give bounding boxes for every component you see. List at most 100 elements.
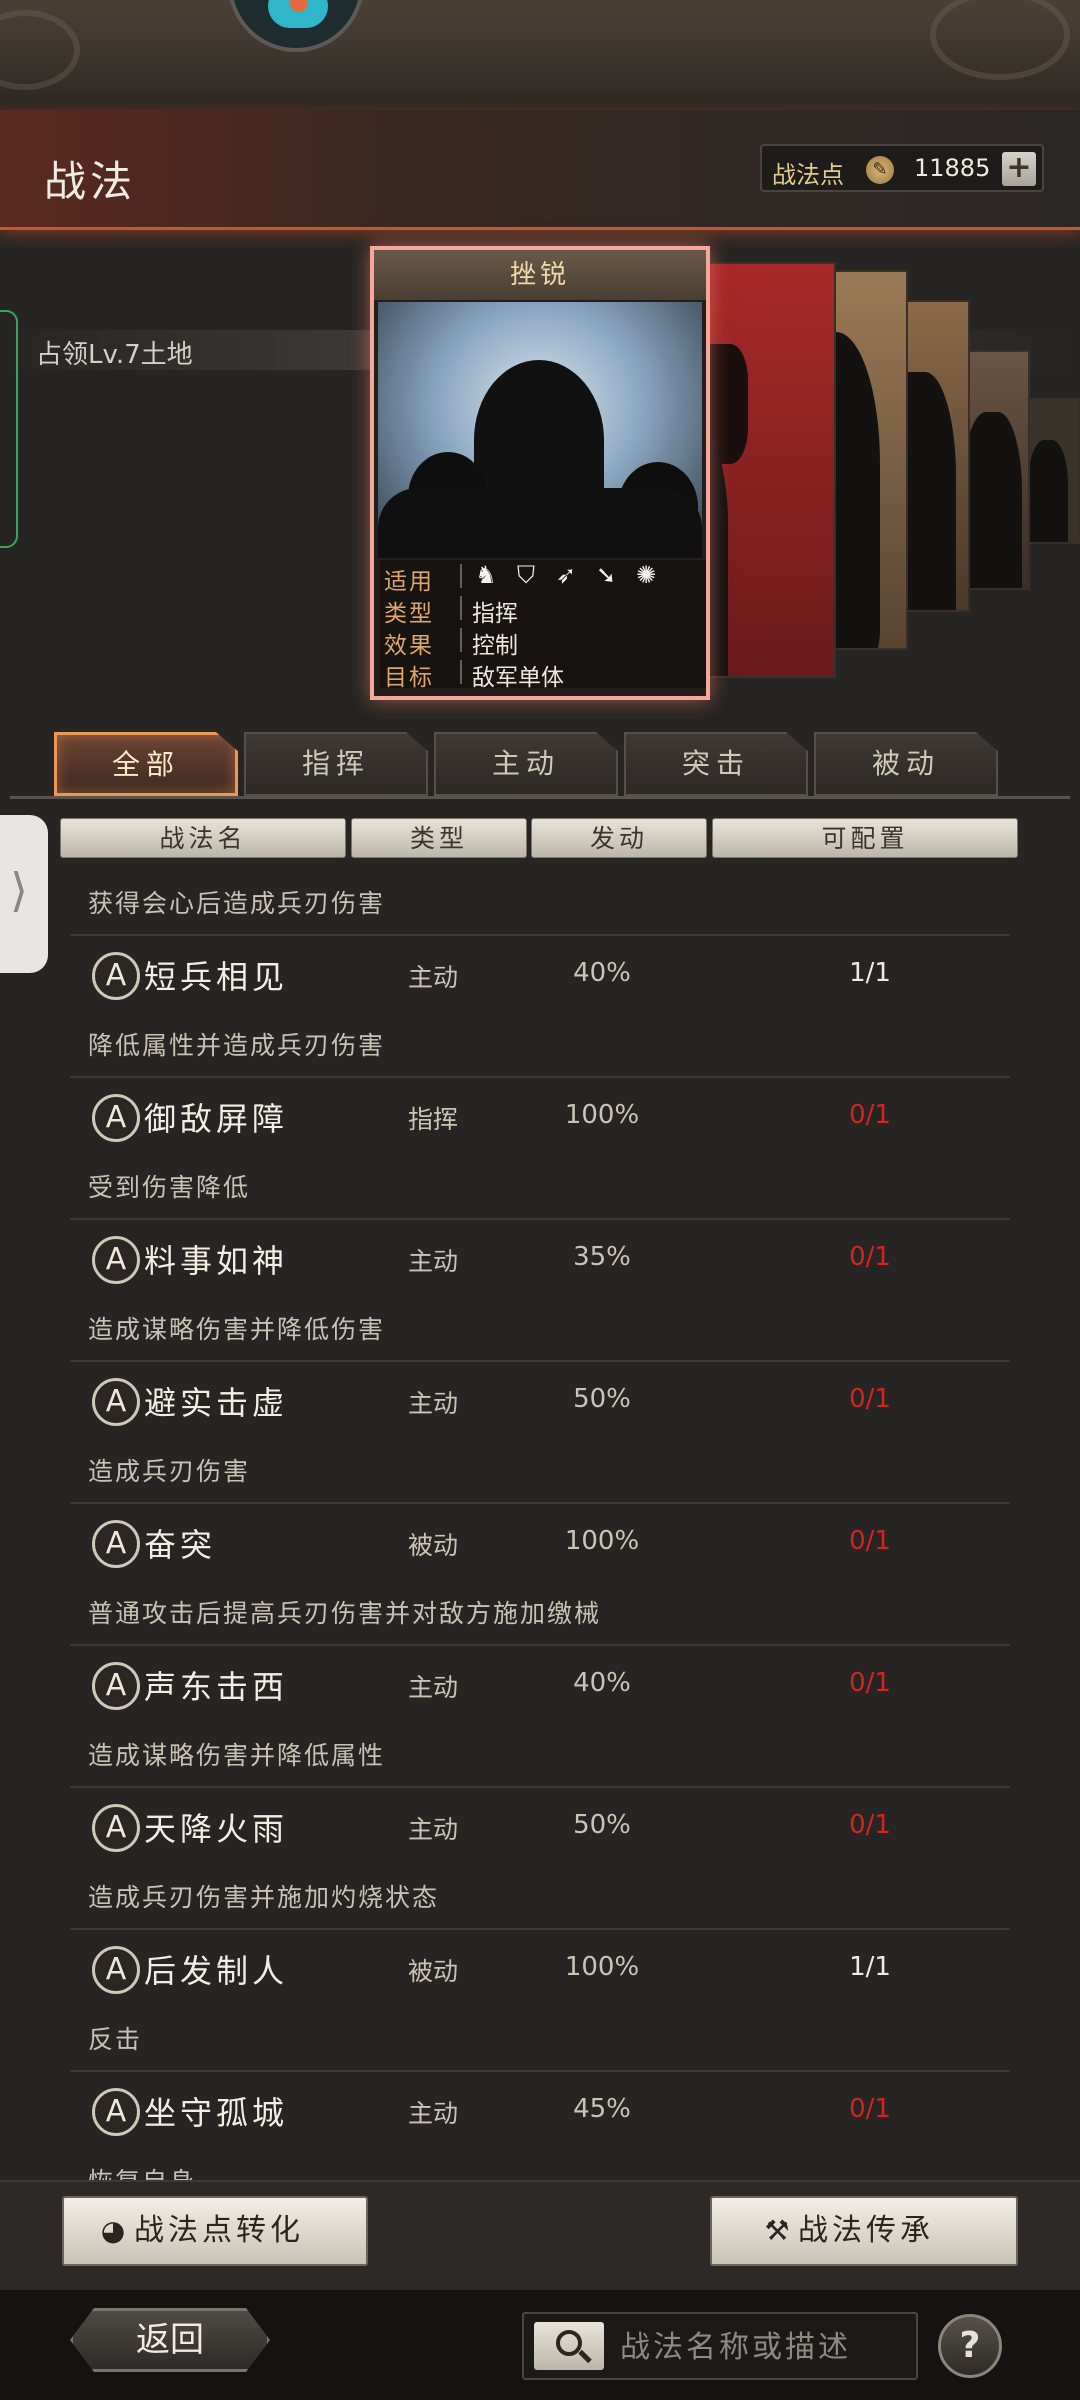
tactic-row[interactable]: A 御敌屏障 指挥 100% 0/1: [70, 1080, 1010, 1156]
tactic-list[interactable]: 获得会心后造成兵刃伤害 A 短兵相见 主动 40% 1/1 降低属性并造成兵刃伤…: [70, 870, 1010, 2182]
tactic-type: 主动: [408, 1247, 459, 1276]
tactic-config: 0/1: [849, 1384, 891, 1414]
convert-points-label: 战法点转化: [134, 2213, 304, 2248]
tactic-config: 1/1: [849, 958, 891, 988]
tactic-description: 反击: [88, 2025, 143, 2054]
back-button[interactable]: 返回: [70, 2308, 270, 2372]
inherit-tactic-label: 战法传承: [798, 2213, 934, 2248]
tactic-type: 主动: [408, 1389, 459, 1418]
card-info-type: 类型 指挥: [380, 592, 706, 627]
card-info-effect: 效果 控制: [380, 624, 706, 659]
tactic-rate: 100%: [564, 1100, 640, 1130]
bow-icon: ➶: [555, 561, 577, 589]
tactic-description: 降低属性并造成兵刃伤害: [88, 1031, 386, 1060]
tactic-description: 普通攻击后提高兵刃伤害并对敌方施加缴械: [88, 1599, 602, 1628]
tactic-config: 0/1: [849, 1526, 891, 1556]
column-header-rate[interactable]: 发动: [531, 818, 707, 858]
column-header-type[interactable]: 类型: [351, 818, 527, 858]
tactic-name: 后发制人: [144, 1952, 289, 1990]
territory-text: 占领Lv.7土地: [36, 340, 193, 370]
tactic-point-coin-icon: ✎: [866, 156, 894, 184]
tactic-type: 主动: [408, 2099, 459, 2128]
column-header-configurable[interactable]: 可配置: [712, 818, 1018, 858]
chevron-right-icon: ⟩: [10, 863, 28, 917]
tactic-rate: 100%: [564, 1952, 640, 1982]
tactic-row[interactable]: A 后发制人 被动 100% 1/1: [70, 1932, 1010, 2008]
tactic-points-display: 战法点 ✎ 11885 +: [760, 144, 1044, 192]
tactic-rate: 100%: [564, 1526, 640, 1556]
tactic-name: 奋突: [144, 1526, 217, 1564]
tactic-name: 料事如神: [144, 1242, 289, 1280]
tactic-type: 指挥: [408, 1105, 459, 1134]
tactic-rate: 40%: [573, 1668, 631, 1698]
grade-a-icon: A: [92, 1378, 140, 1426]
tactic-rate: 40%: [573, 958, 631, 988]
grade-a-icon: A: [92, 2088, 140, 2136]
tactic-rate: 50%: [573, 1810, 631, 1840]
top-banner: [0, 0, 1080, 110]
tabs-divider: [10, 796, 1070, 799]
search-icon[interactable]: [534, 2322, 604, 2370]
column-header-name[interactable]: 战法名: [60, 818, 346, 858]
tactic-type: 主动: [408, 1673, 459, 1702]
tactic-type: 被动: [408, 1531, 459, 1560]
tab-assault[interactable]: 突击: [624, 732, 808, 796]
tactic-name: 声东击西: [144, 1668, 289, 1706]
tactic-row[interactable]: A 避实击虚 主动 50% 0/1: [70, 1364, 1010, 1440]
tab-all[interactable]: 全部: [54, 732, 238, 796]
tactic-name: 坐守孤城: [144, 2094, 289, 2132]
tactic-name: 天降火雨: [144, 1810, 289, 1848]
tactic-type: 被动: [408, 1957, 459, 1986]
grade-a-icon: A: [92, 1662, 140, 1710]
info-key: 适用: [384, 569, 434, 595]
tactic-rate: 50%: [573, 1384, 631, 1414]
add-points-button[interactable]: +: [1002, 152, 1036, 186]
row-divider: [70, 1502, 1010, 1504]
hammer-icon: ⚒: [764, 2214, 794, 2247]
tactic-description: 造成兵刃伤害并施加灼烧状态: [88, 1883, 440, 1912]
tactic-row[interactable]: A 短兵相见 主动 40% 1/1: [70, 938, 1010, 1014]
tactic-type: 主动: [408, 963, 459, 992]
convert-points-button[interactable]: ◕ 战法点转化: [62, 2196, 368, 2266]
tactic-type: 主动: [408, 1815, 459, 1844]
tactic-description: 造成谋略伤害并降低属性: [88, 1741, 386, 1770]
search-input[interactable]: [620, 2324, 910, 2370]
tab-passive[interactable]: 被动: [814, 732, 998, 796]
tactic-config: 0/1: [849, 1810, 891, 1840]
grade-a-icon: A: [92, 952, 140, 1000]
help-button[interactable]: ?: [938, 2314, 1002, 2378]
tactic-row[interactable]: A 奋突 被动 100% 0/1: [70, 1506, 1010, 1582]
row-divider: [70, 1360, 1010, 1362]
tactic-row[interactable]: A 料事如神 主动 35% 0/1: [70, 1222, 1010, 1298]
tactic-filter-tabs: 全部 指挥 主动 突击 被动: [54, 732, 1054, 796]
tactic-description: 造成兵刃伤害: [88, 1457, 251, 1486]
info-value: 敌军单体: [472, 665, 564, 691]
card-info-target: 目标 敌军单体: [380, 656, 706, 691]
grade-a-icon: A: [92, 1804, 140, 1852]
info-key: 目标: [384, 665, 434, 691]
info-value: 指挥: [472, 601, 518, 627]
grade-a-icon: A: [92, 1946, 140, 1994]
row-divider: [70, 1218, 1010, 1220]
tactic-rate: 45%: [573, 2094, 631, 2124]
flame-icon: ◕: [100, 2214, 130, 2247]
tactic-description: 受到伤害降低: [88, 1173, 251, 1202]
tactic-points-label: 战法点: [772, 161, 844, 189]
tactic-row[interactable]: A 坐守孤城 主动 45% 0/1: [70, 2074, 1010, 2150]
tab-command[interactable]: 指挥: [244, 732, 428, 796]
tactic-description: 获得会心后造成兵刃伤害: [88, 889, 386, 918]
tactic-card-name: 挫锐: [374, 250, 706, 300]
side-drawer-handle[interactable]: ⟩: [0, 815, 48, 973]
row-divider: [70, 1928, 1010, 1930]
page-header: 战法 战法点 ✎ 11885 +: [0, 110, 1080, 230]
grade-a-icon: A: [92, 1520, 140, 1568]
tactic-row[interactable]: A 天降火雨 主动 50% 0/1: [70, 1790, 1010, 1866]
selected-tactic-card[interactable]: 挫锐 适用 ♞ ⛉ ➶ ➘ ✺ 类型 指挥 效果 控制 目标 敌军单体: [370, 246, 710, 700]
tab-active[interactable]: 主动: [434, 732, 618, 796]
inherit-tactic-button[interactable]: ⚒ 战法传承: [710, 2196, 1018, 2266]
row-divider: [70, 1644, 1010, 1646]
row-divider: [70, 934, 1010, 936]
chariot-icon: ✺: [635, 561, 657, 589]
cloud-decoration: [930, 0, 1070, 80]
tactic-row[interactable]: A 声东击西 主动 40% 0/1: [70, 1648, 1010, 1724]
